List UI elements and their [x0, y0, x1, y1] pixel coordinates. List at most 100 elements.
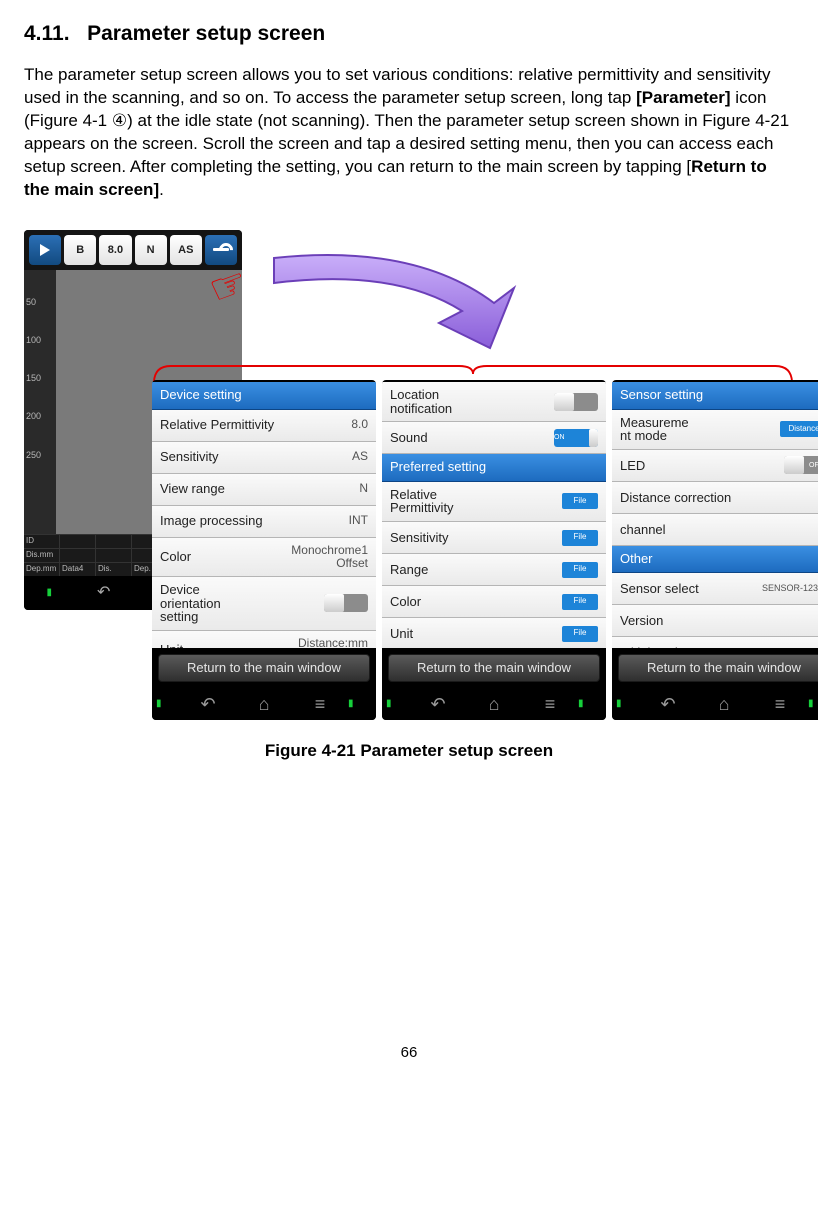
- row-orientation[interactable]: Device orientation setting: [152, 577, 376, 631]
- row-sound[interactable]: SoundON: [382, 422, 606, 454]
- row-distance-correction[interactable]: Distance correction0: [612, 482, 818, 514]
- toggle-text: ON: [554, 429, 565, 447]
- row-label: Color: [390, 593, 421, 611]
- row-pref-color[interactable]: Color File: [382, 586, 606, 618]
- row-value: AS: [352, 450, 368, 463]
- row-sensor-select[interactable]: Sensor select SENSOR-12345: [612, 573, 818, 605]
- row-label: Unit: [390, 625, 413, 643]
- row-pref-permittivity[interactable]: Relative Permittivity File: [382, 482, 606, 522]
- row-label: Color: [160, 548, 191, 566]
- wrench-icon: [213, 248, 229, 251]
- return-button[interactable]: Return to the main window: [388, 654, 600, 682]
- menu-icon[interactable]: ≡: [752, 692, 808, 716]
- row-led[interactable]: LEDOFF: [612, 450, 818, 482]
- section-title-text: Parameter setup screen: [87, 22, 325, 45]
- scale-tick: 250: [24, 449, 56, 461]
- play-button[interactable]: [29, 235, 61, 265]
- row-location-notification[interactable]: Location notification: [382, 382, 606, 422]
- info-dis2: Dis.: [96, 563, 132, 576]
- toggle-sound[interactable]: ON: [554, 429, 598, 447]
- scale-tick: 50: [24, 296, 56, 308]
- row-view-range[interactable]: View rangeN: [152, 474, 376, 506]
- section-number: 4.11.: [24, 22, 70, 45]
- row-label: Location notification: [390, 388, 452, 415]
- settings-list[interactable]: Sensor setting Measureme nt modeDistance…: [612, 382, 818, 648]
- signal-icon: ▮: [47, 586, 53, 600]
- depth-scale: 50 100 150 200 250: [24, 270, 56, 565]
- signal-icon: ▮: [156, 697, 180, 711]
- row-pref-unit[interactable]: Unit File: [382, 618, 606, 648]
- info-data4: Data4: [60, 563, 96, 576]
- toggle-location-notif[interactable]: [554, 393, 598, 411]
- home-icon[interactable]: ⌂: [466, 692, 522, 716]
- back-icon[interactable]: ↶: [410, 692, 466, 716]
- row-label: Device orientation setting: [160, 583, 221, 624]
- row-image-processing[interactable]: Image processingINT: [152, 506, 376, 538]
- row-value: Monochrome1 Offset: [291, 544, 368, 570]
- settings-panel-2: Location notification SoundON Preferred …: [382, 380, 606, 720]
- row-label: Sensitivity: [160, 448, 219, 466]
- row-pref-range[interactable]: Range File: [382, 554, 606, 586]
- wifi-icon: ▮: [808, 697, 818, 711]
- play-icon: [40, 244, 50, 256]
- row-version[interactable]: Version: [612, 605, 818, 637]
- toggle-orientation[interactable]: [324, 594, 368, 612]
- menu-icon[interactable]: ≡: [292, 692, 348, 716]
- badge-file[interactable]: File: [562, 594, 598, 610]
- row-channel[interactable]: channel0: [612, 514, 818, 546]
- badge-file[interactable]: File: [562, 530, 598, 546]
- scale-tick: 100: [24, 334, 56, 346]
- row-relative-permittivity[interactable]: Relative Permittivity8.0: [152, 410, 376, 442]
- row-label: channel: [620, 521, 666, 539]
- badge-file[interactable]: File: [562, 562, 598, 578]
- figure-caption: Figure 4-21 Parameter setup screen: [24, 740, 794, 763]
- row-unit[interactable]: UnitDistance:mm Depth:mm: [152, 631, 376, 648]
- return-button[interactable]: Return to the main window: [158, 654, 370, 682]
- row-measurement-mode[interactable]: Measureme nt mode Distance: [612, 410, 818, 450]
- list-header-other: Other: [612, 546, 818, 574]
- row-value: SENSOR-12345: [762, 584, 818, 594]
- row-label: Relative Permittivity: [390, 488, 454, 515]
- wifi-icon: ▮: [578, 697, 602, 711]
- settings-list[interactable]: Device setting Relative Permittivity8.0 …: [152, 382, 376, 648]
- toolbar-b[interactable]: B: [64, 235, 96, 265]
- back-icon[interactable]: ↶: [180, 692, 236, 716]
- signal-icon: ▮: [386, 697, 410, 711]
- info-dep: Dep.mm: [24, 563, 60, 576]
- row-label: Sensor select: [620, 580, 699, 598]
- row-pref-sensitivity[interactable]: SensitivityFile: [382, 522, 606, 554]
- row-label: Version: [620, 612, 663, 630]
- toolbar-8[interactable]: 8.0: [99, 235, 131, 265]
- row-label: Unit: [160, 641, 183, 648]
- settings-list[interactable]: Location notification SoundON Preferred …: [382, 382, 606, 648]
- settings-panel-3: Sensor setting Measureme nt modeDistance…: [612, 380, 818, 720]
- back-icon[interactable]: ↶: [97, 582, 110, 604]
- row-label: Measureme nt mode: [620, 416, 689, 443]
- section-heading: 4.11. Parameter setup screen: [24, 20, 794, 48]
- return-button[interactable]: Return to the main window: [618, 654, 818, 682]
- row-label: Distance correction: [620, 489, 731, 507]
- signal-icon: ▮: [616, 697, 640, 711]
- scale-tick: 200: [24, 410, 56, 422]
- toggle-led[interactable]: OFF: [784, 456, 818, 474]
- badge-file[interactable]: File: [562, 493, 598, 509]
- menu-icon[interactable]: ≡: [522, 692, 578, 716]
- home-icon[interactable]: ⌂: [236, 692, 292, 716]
- row-initial-setting[interactable]: Initial setting: [612, 637, 818, 648]
- toolbar-as[interactable]: AS: [170, 235, 202, 265]
- android-nav-bar: ▮ ↶ ⌂ ≡ ▮: [382, 688, 606, 720]
- row-label: View range: [160, 480, 225, 498]
- row-sensitivity[interactable]: Sensitivity AS: [152, 442, 376, 474]
- info-dis: Dis.mm: [24, 549, 60, 562]
- android-nav-bar: ▮ ↶ ⌂ ≡ ▮: [612, 688, 818, 720]
- badge-file[interactable]: File: [562, 626, 598, 642]
- toolbar-n[interactable]: N: [135, 235, 167, 265]
- row-color[interactable]: Color Monochrome1 Offset: [152, 538, 376, 577]
- home-icon[interactable]: ⌂: [696, 692, 752, 716]
- row-value: 8.0: [351, 418, 368, 431]
- row-label: Range: [390, 561, 428, 579]
- back-icon[interactable]: ↶: [640, 692, 696, 716]
- scale-tick: 150: [24, 372, 56, 384]
- info-id: ID: [24, 535, 60, 548]
- badge-distance[interactable]: Distance: [780, 421, 818, 437]
